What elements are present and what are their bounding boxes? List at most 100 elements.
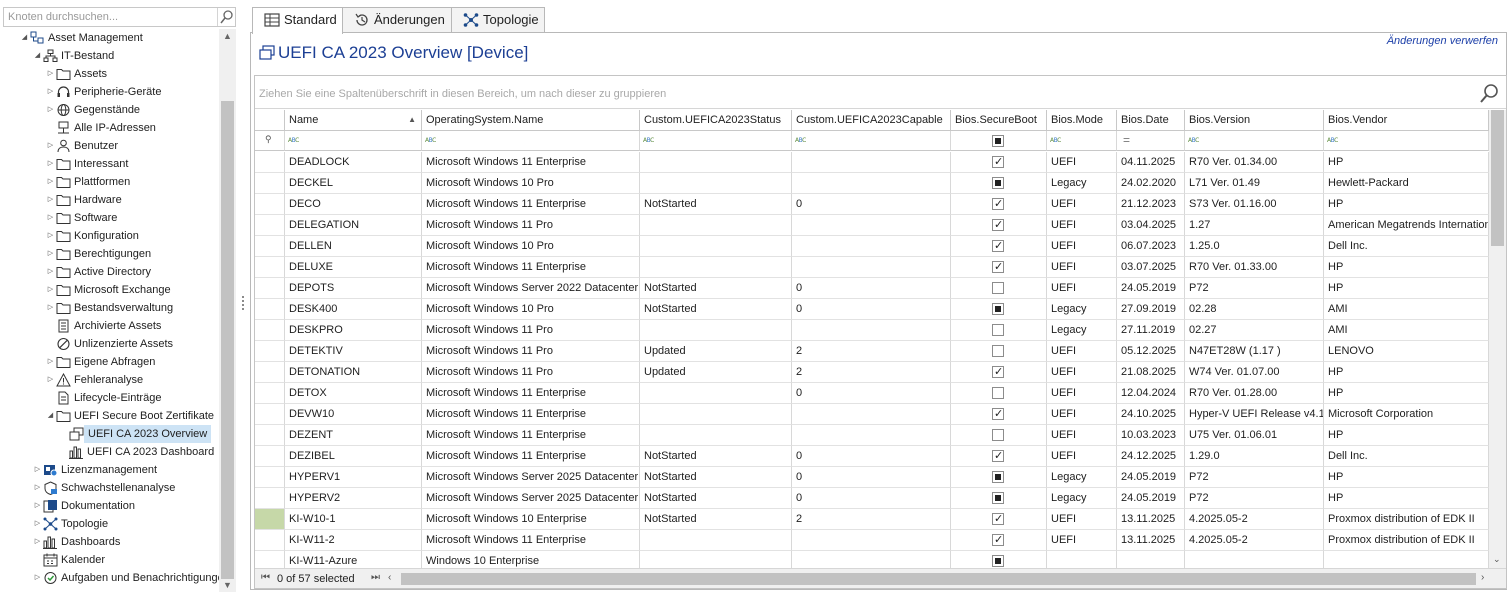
table-cell[interactable]: 27.11.2019 xyxy=(1117,320,1185,341)
table-cell[interactable]: UEFI xyxy=(1047,530,1117,551)
filter-checkbox[interactable] xyxy=(992,135,1004,147)
table-cell[interactable] xyxy=(640,383,792,404)
table-cell[interactable]: 04.11.2025 xyxy=(1117,152,1185,173)
row-indicator[interactable] xyxy=(255,194,285,215)
table-cell[interactable] xyxy=(640,404,792,425)
table-cell[interactable]: Microsoft Windows 11 Pro xyxy=(422,362,640,383)
table-cell[interactable]: 13.11.2025 xyxy=(1117,509,1185,530)
tab-standard[interactable]: Standard xyxy=(252,7,343,34)
table-cell[interactable] xyxy=(640,152,792,173)
table-cell[interactable]: KI-W11-Azure xyxy=(285,551,422,568)
filter-cell[interactable]: ABC xyxy=(1324,131,1489,151)
table-cell[interactable]: 0 xyxy=(792,194,951,215)
table-cell[interactable]: Microsoft Windows 10 Pro xyxy=(422,173,640,194)
table-cell[interactable] xyxy=(1185,551,1324,568)
table-cell[interactable]: P72 xyxy=(1185,278,1324,299)
row-indicator[interactable] xyxy=(255,299,285,320)
row-indicator[interactable] xyxy=(255,362,285,383)
secureboot-checkbox[interactable] xyxy=(992,530,1004,550)
filter-cell[interactable]: ABC xyxy=(1047,131,1117,151)
table-cell[interactable]: UEFI xyxy=(1047,236,1117,257)
table-cell[interactable]: 2 xyxy=(792,509,951,530)
table-cell[interactable] xyxy=(1047,551,1117,568)
table-cell[interactable]: 10.03.2023 xyxy=(1117,425,1185,446)
node-search-input[interactable] xyxy=(4,8,217,26)
table-cell[interactable]: DECO xyxy=(285,194,422,215)
collapsed-arrow-icon[interactable]: ▷ xyxy=(33,569,42,587)
collapsed-arrow-icon[interactable]: ▷ xyxy=(46,155,55,173)
table-cell[interactable]: DESKPRO xyxy=(285,320,422,341)
table-cell[interactable] xyxy=(792,152,951,173)
table-cell[interactable]: Microsoft Windows 10 Enterprise xyxy=(422,509,640,530)
table-cell[interactable] xyxy=(951,320,1047,341)
table-cell[interactable]: Microsoft Windows 11 Enterprise xyxy=(422,425,640,446)
first-page-icon[interactable]: ⏮ xyxy=(261,572,270,583)
secureboot-checkbox[interactable] xyxy=(992,362,1004,382)
table-cell[interactable] xyxy=(1117,551,1185,568)
row-indicator[interactable] xyxy=(255,509,285,530)
table-cell[interactable]: DEVW10 xyxy=(285,404,422,425)
table-cell[interactable]: 0 xyxy=(792,488,951,509)
table-cell[interactable]: 24.10.2025 xyxy=(1117,404,1185,425)
table-cell[interactable]: KI-W10-1 xyxy=(285,509,422,530)
table-cell[interactable]: Microsoft Windows 11 Enterprise xyxy=(422,383,640,404)
search-button[interactable] xyxy=(217,8,235,26)
table-cell[interactable] xyxy=(792,320,951,341)
secureboot-checkbox[interactable] xyxy=(992,282,1004,294)
collapsed-arrow-icon[interactable]: ▷ xyxy=(46,353,55,371)
table-cell[interactable]: UEFI xyxy=(1047,215,1117,236)
table-cell[interactable]: HP xyxy=(1324,194,1489,215)
expanded-arrow-icon[interactable]: ◢ xyxy=(20,29,29,47)
table-cell[interactable]: Microsoft Windows Server 2025 Datacenter xyxy=(422,467,640,488)
table-cell[interactable]: 0 xyxy=(792,299,951,320)
collapsed-arrow-icon[interactable]: ▷ xyxy=(46,173,55,191)
table-cell[interactable]: HP xyxy=(1324,362,1489,383)
collapsed-arrow-icon[interactable]: ▷ xyxy=(33,461,42,479)
table-cell[interactable]: 06.07.2023 xyxy=(1117,236,1185,257)
table-cell[interactable]: 13.11.2025 xyxy=(1117,530,1185,551)
tab-aenderungen[interactable]: Änderungen xyxy=(342,7,452,33)
table-cell[interactable]: UEFI xyxy=(1047,152,1117,173)
table-cell[interactable] xyxy=(640,425,792,446)
table-cell[interactable]: DELEGATION xyxy=(285,215,422,236)
table-cell[interactable]: LENOVO xyxy=(1324,341,1489,362)
collapsed-arrow-icon[interactable]: ▷ xyxy=(33,533,42,551)
table-cell[interactable]: Legacy xyxy=(1047,488,1117,509)
table-cell[interactable]: Microsoft Windows 11 Enterprise xyxy=(422,194,640,215)
table-cell[interactable]: AMI xyxy=(1324,320,1489,341)
table-cell[interactable]: P72 xyxy=(1185,467,1324,488)
row-indicator[interactable] xyxy=(255,446,285,467)
row-indicator[interactable] xyxy=(255,530,285,551)
table-cell[interactable] xyxy=(951,446,1047,467)
table-cell[interactable]: UEFI xyxy=(1047,341,1117,362)
tree-scrollbar-thumb[interactable] xyxy=(221,101,234,579)
column-header[interactable]: Bios.SecureBoot xyxy=(951,110,1047,131)
collapsed-arrow-icon[interactable]: ▷ xyxy=(46,137,55,155)
table-cell[interactable]: 1.29.0 xyxy=(1185,446,1324,467)
table-cell[interactable]: 03.07.2025 xyxy=(1117,257,1185,278)
group-by-panel[interactable]: Ziehen Sie eine Spaltenüberschrift in di… xyxy=(255,76,1506,109)
table-cell[interactable]: 1.25.0 xyxy=(1185,236,1324,257)
table-cell[interactable]: UEFI xyxy=(1047,446,1117,467)
collapsed-arrow-icon[interactable]: ▷ xyxy=(46,227,55,245)
table-cell[interactable]: P72 xyxy=(1185,488,1324,509)
row-indicator[interactable] xyxy=(255,257,285,278)
table-cell[interactable] xyxy=(792,173,951,194)
table-cell[interactable]: 24.02.2020 xyxy=(1117,173,1185,194)
table-cell[interactable]: DEPOTS xyxy=(285,278,422,299)
table-cell[interactable] xyxy=(640,257,792,278)
filter-cell[interactable]: ABC xyxy=(640,131,792,151)
table-cell[interactable]: Hyper-V UEFI Release v4.1 xyxy=(1185,404,1324,425)
table-cell[interactable] xyxy=(792,404,951,425)
table-cell[interactable]: 21.08.2025 xyxy=(1117,362,1185,383)
table-cell[interactable] xyxy=(951,425,1047,446)
table-cell[interactable]: KI-W11-2 xyxy=(285,530,422,551)
secureboot-checkbox[interactable] xyxy=(992,404,1004,424)
table-cell[interactable]: 05.12.2025 xyxy=(1117,341,1185,362)
table-cell[interactable]: 24.05.2019 xyxy=(1117,488,1185,509)
table-cell[interactable] xyxy=(792,236,951,257)
table-cell[interactable]: 4.2025.05-2 xyxy=(1185,530,1324,551)
table-cell[interactable]: 02.28 xyxy=(1185,299,1324,320)
row-indicator[interactable] xyxy=(255,236,285,257)
table-cell[interactable]: Legacy xyxy=(1047,467,1117,488)
